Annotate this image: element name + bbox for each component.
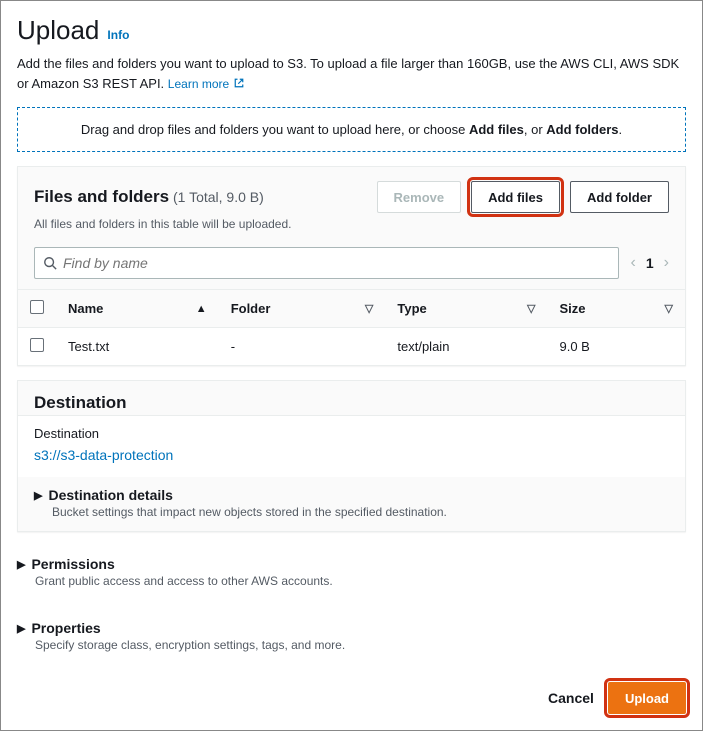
select-all-checkbox[interactable] bbox=[30, 300, 44, 314]
row-checkbox[interactable] bbox=[30, 338, 44, 352]
sort-icon: ▽ bbox=[665, 302, 673, 315]
page-number: 1 bbox=[646, 255, 654, 271]
search-box[interactable] bbox=[34, 247, 619, 279]
cell-size: 9.0 B bbox=[548, 328, 686, 366]
learn-more-link[interactable]: Learn more bbox=[168, 77, 245, 91]
footer-actions: Cancel Upload bbox=[17, 682, 686, 714]
caret-right-icon: ▶ bbox=[17, 622, 25, 635]
destination-label: Destination bbox=[34, 426, 669, 441]
prev-page-button[interactable]: ‹ bbox=[631, 254, 636, 272]
dropzone-text-prefix: Drag and drop files and folders you want… bbox=[81, 122, 469, 137]
cell-type: text/plain bbox=[385, 328, 547, 366]
permissions-sub: Grant public access and access to other … bbox=[17, 572, 686, 600]
dropzone-add-files: Add files bbox=[469, 122, 524, 137]
files-panel-count: (1 Total, 9.0 B) bbox=[173, 189, 264, 205]
col-name[interactable]: Name bbox=[68, 301, 103, 316]
permissions-title: Permissions bbox=[31, 556, 114, 572]
info-link[interactable]: Info bbox=[107, 28, 129, 42]
destination-details-title: Destination details bbox=[48, 487, 172, 503]
sort-asc-icon: ▲ bbox=[196, 303, 207, 315]
files-and-folders-panel: Files and folders (1 Total, 9.0 B) Remov… bbox=[17, 166, 686, 366]
dropzone-text-suffix: . bbox=[619, 122, 623, 137]
destination-title: Destination bbox=[34, 393, 669, 413]
dropzone-add-folders: Add folders bbox=[546, 122, 618, 137]
next-page-button[interactable]: › bbox=[664, 254, 669, 272]
permissions-section: ▶ Permissions Grant public access and ac… bbox=[17, 546, 686, 600]
dropzone[interactable]: Drag and drop files and folders you want… bbox=[17, 107, 686, 152]
col-folder[interactable]: Folder bbox=[231, 301, 271, 316]
properties-toggle[interactable]: ▶ Properties bbox=[17, 610, 686, 636]
cell-folder: - bbox=[219, 328, 386, 366]
files-table: Name ▲ Folder ▽ Type ▽ Size ▽ Test.txt - tex… bbox=[18, 289, 685, 365]
upload-button[interactable]: Upload bbox=[608, 682, 686, 714]
properties-section: ▶ Properties Specify storage class, encr… bbox=[17, 610, 686, 664]
page-title: Upload bbox=[17, 15, 99, 46]
cancel-button[interactable]: Cancel bbox=[548, 690, 594, 706]
search-icon bbox=[43, 256, 57, 270]
destination-panel: Destination Destination s3://s3-data-pro… bbox=[17, 380, 686, 532]
permissions-toggle[interactable]: ▶ Permissions bbox=[17, 546, 686, 572]
pagination: ‹ 1 › bbox=[631, 254, 669, 272]
files-panel-title: Files and folders bbox=[34, 187, 169, 206]
table-row[interactable]: Test.txt - text/plain 9.0 B bbox=[18, 328, 685, 366]
learn-more-label: Learn more bbox=[168, 77, 229, 91]
add-folder-button[interactable]: Add folder bbox=[570, 181, 669, 213]
caret-right-icon: ▶ bbox=[34, 489, 42, 502]
col-size[interactable]: Size bbox=[560, 301, 586, 316]
remove-button[interactable]: Remove bbox=[377, 181, 462, 213]
dropzone-text-middle: , or bbox=[524, 122, 546, 137]
col-type[interactable]: Type bbox=[397, 301, 426, 316]
page-description: Add the files and folders you want to up… bbox=[17, 54, 686, 93]
cell-name: Test.txt bbox=[56, 328, 219, 366]
caret-right-icon: ▶ bbox=[17, 558, 25, 571]
add-files-button[interactable]: Add files bbox=[471, 181, 560, 213]
destination-link[interactable]: s3://s3-data-protection bbox=[34, 447, 173, 463]
sort-icon: ▽ bbox=[365, 302, 373, 315]
sort-icon: ▽ bbox=[527, 302, 535, 315]
destination-details-toggle[interactable]: ▶ Destination details bbox=[18, 477, 685, 503]
files-panel-subtitle: All files and folders in this table will… bbox=[18, 217, 685, 241]
description-text: Add the files and folders you want to up… bbox=[17, 56, 679, 91]
search-input[interactable] bbox=[57, 255, 610, 271]
destination-details-sub: Bucket settings that impact new objects … bbox=[18, 503, 685, 531]
external-link-icon bbox=[233, 77, 245, 89]
properties-title: Properties bbox=[31, 620, 100, 636]
